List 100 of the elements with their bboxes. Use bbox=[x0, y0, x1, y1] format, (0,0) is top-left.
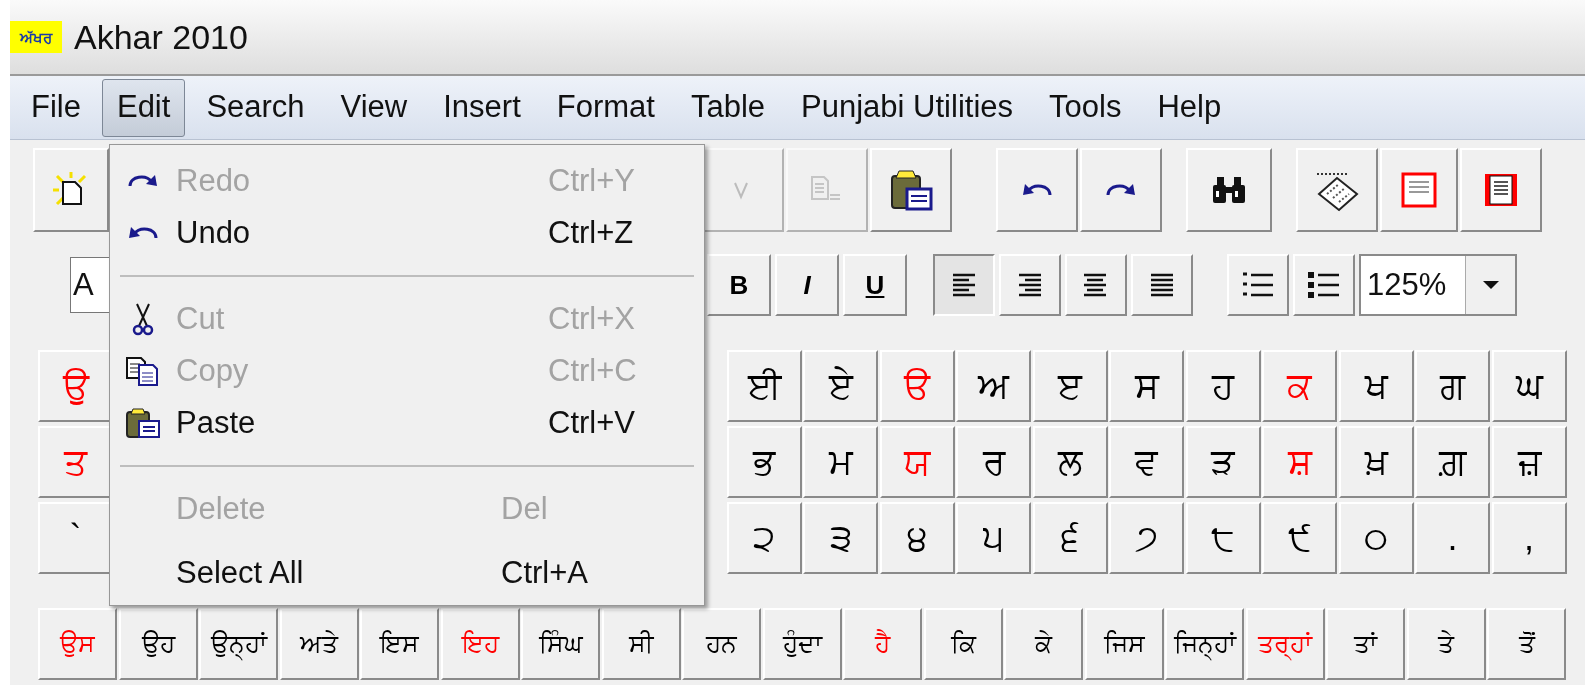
word-key[interactable]: ਤਾਂ bbox=[1326, 608, 1405, 680]
list-button[interactable] bbox=[1227, 254, 1289, 316]
menu-item[interactable]: Help bbox=[1142, 78, 1237, 137]
scissors-icon bbox=[131, 302, 155, 336]
shortcut-label: Ctrl+C bbox=[548, 351, 637, 390]
keyboard-key[interactable]: ੬ bbox=[1032, 502, 1108, 574]
keyboard-key[interactable]: ਲ bbox=[1032, 426, 1108, 498]
word-key[interactable]: ਜਿਸ bbox=[1084, 608, 1164, 680]
toolbar-button[interactable] bbox=[1460, 148, 1542, 232]
word-key[interactable]: ਜਿਨ੍ਹਾਂ bbox=[1165, 608, 1244, 680]
menu-label: Redo bbox=[176, 161, 252, 200]
keyboard-key[interactable]: ਸ਼ bbox=[1262, 426, 1337, 498]
keyboard-key[interactable]: ਜ਼ bbox=[1491, 426, 1567, 498]
menu-item[interactable]: File bbox=[16, 78, 96, 137]
underline-button[interactable]: U bbox=[843, 254, 907, 316]
keyboard-key[interactable]: ਮ bbox=[803, 426, 878, 498]
zoom-value: 125% bbox=[1366, 265, 1448, 304]
keyboard-key[interactable]: ੭ bbox=[1109, 502, 1184, 574]
word-key[interactable]: ਇਸ bbox=[360, 608, 439, 680]
binoculars-icon bbox=[1211, 175, 1247, 205]
keyboard-key[interactable]: ਕ bbox=[1262, 350, 1337, 422]
keyboard-key[interactable]: ਏ bbox=[803, 350, 878, 422]
list-button[interactable] bbox=[1293, 254, 1355, 316]
keyboard-key[interactable]: . bbox=[1415, 502, 1490, 574]
keyboard-key[interactable]: ਖ਼ bbox=[1338, 426, 1414, 498]
italic-button[interactable]: I bbox=[775, 254, 839, 316]
clipboard-icon bbox=[889, 169, 933, 211]
menu-item[interactable]: Punjabi Utilities bbox=[786, 78, 1028, 137]
keyboard-key[interactable]: ਗ਼ bbox=[1415, 426, 1490, 498]
keyboard-key[interactable]: ਯ bbox=[879, 426, 955, 498]
shortcut-label: Ctrl+A bbox=[501, 553, 588, 592]
keyboard-key[interactable]: ਭ bbox=[726, 426, 802, 498]
menu-label: Copy bbox=[176, 351, 250, 390]
word-key[interactable]: ਹੁੰਦਾ bbox=[762, 608, 842, 680]
keyboard-key[interactable]: ਘ bbox=[1491, 350, 1567, 422]
keyboard-key[interactable]: ੲ bbox=[1032, 350, 1108, 422]
word-key[interactable]: ਉਹ bbox=[118, 608, 198, 680]
keyboard-key[interactable]: ਸ bbox=[1109, 350, 1184, 422]
word-key[interactable]: ਕੇ bbox=[1004, 608, 1083, 680]
toolbar-button[interactable] bbox=[870, 148, 952, 232]
keyboard-key[interactable]: ੪ bbox=[879, 502, 955, 574]
toolbar-button[interactable] bbox=[1296, 148, 1378, 232]
menu-item[interactable]: Tools bbox=[1034, 78, 1137, 137]
keyboard-key[interactable]: ੮ bbox=[1185, 502, 1261, 574]
menu-label: Cut bbox=[176, 299, 226, 338]
shortcut-label: Del bbox=[501, 489, 548, 528]
shortcut-label: Ctrl+V bbox=[548, 403, 635, 442]
keyboard-key[interactable]: ੦ bbox=[1338, 502, 1414, 574]
menu-item[interactable]: Format bbox=[541, 78, 670, 137]
word-key[interactable]: ਤਰ੍ਹਾਂ bbox=[1245, 608, 1325, 680]
window-title: Akhar 2010 bbox=[74, 16, 248, 58]
justify-icon bbox=[1149, 271, 1175, 299]
keyboard-key[interactable]: ੜ bbox=[1185, 426, 1261, 498]
keyboard-key[interactable]: ਹ bbox=[1185, 350, 1261, 422]
word-key[interactable]: ਤੇ bbox=[1406, 608, 1486, 680]
word-key[interactable]: ਹੈ bbox=[843, 608, 922, 680]
align-right-icon bbox=[1017, 271, 1043, 299]
keyboard-key[interactable]: ਖ bbox=[1338, 350, 1414, 422]
page-icon bbox=[1399, 170, 1439, 210]
keyboard-key[interactable]: ਵ bbox=[1109, 426, 1184, 498]
keyboard-key[interactable]: ੫ bbox=[956, 502, 1031, 574]
word-key[interactable]: ਉਨ੍ਹਾਂ bbox=[199, 608, 278, 680]
menu-item[interactable]: Search bbox=[191, 78, 320, 137]
word-key[interactable]: ਕਿ bbox=[923, 608, 1003, 680]
word-key[interactable]: ਅਤੇ bbox=[279, 608, 359, 680]
keyboard-key[interactable]: ੩ bbox=[803, 502, 878, 574]
word-key[interactable]: ਇਹ bbox=[440, 608, 520, 680]
zoom-dropdown[interactable]: 125% bbox=[1359, 254, 1517, 316]
word-key[interactable]: ਉਸ bbox=[38, 608, 117, 680]
bullet-list-icon bbox=[1307, 270, 1341, 300]
align-left-icon bbox=[951, 271, 977, 299]
clipboard-icon bbox=[125, 407, 161, 439]
align-button[interactable] bbox=[933, 254, 995, 316]
copy-icon bbox=[125, 356, 161, 386]
shortcut-label: Ctrl+Z bbox=[548, 213, 634, 252]
font-field[interactable]: A bbox=[70, 257, 110, 313]
keyboard-key[interactable]: ੨ bbox=[726, 502, 802, 574]
menu-item[interactable]: View bbox=[325, 78, 423, 137]
keyboard-key[interactable]: ਰ bbox=[956, 426, 1031, 498]
menu-item[interactable]: Edit bbox=[101, 78, 186, 137]
word-key[interactable]: ਸੀ bbox=[601, 608, 681, 680]
keyboard-key[interactable]: , bbox=[1491, 502, 1567, 574]
menu-label: Select All bbox=[176, 553, 305, 592]
word-key[interactable]: ਤੋਂ bbox=[1487, 608, 1566, 680]
keyboard-key[interactable]: ਈ bbox=[726, 350, 802, 422]
keyboard-key[interactable]: ੳ bbox=[879, 350, 955, 422]
bold-button[interactable]: B bbox=[707, 254, 771, 316]
keyboard-key[interactable]: ਗ bbox=[1415, 350, 1490, 422]
keyboard-key[interactable]: ਅ bbox=[956, 350, 1031, 422]
keyboard-key[interactable]: ੯ bbox=[1262, 502, 1337, 574]
toolbar-button[interactable] bbox=[1186, 148, 1272, 232]
menu-label: Paste bbox=[176, 403, 257, 442]
menu-item[interactable]: Insert bbox=[428, 78, 536, 137]
app-logo: ਅੱਖਰ bbox=[10, 21, 62, 53]
toolbar-button[interactable] bbox=[33, 148, 109, 232]
menu-label: Delete bbox=[176, 489, 267, 528]
menu-item[interactable]: Table bbox=[675, 78, 781, 137]
word-key[interactable]: ਸਿੰਘ bbox=[521, 608, 600, 680]
shortcut-label: Ctrl+X bbox=[548, 299, 635, 338]
word-key[interactable]: ਹਨ bbox=[682, 608, 761, 680]
